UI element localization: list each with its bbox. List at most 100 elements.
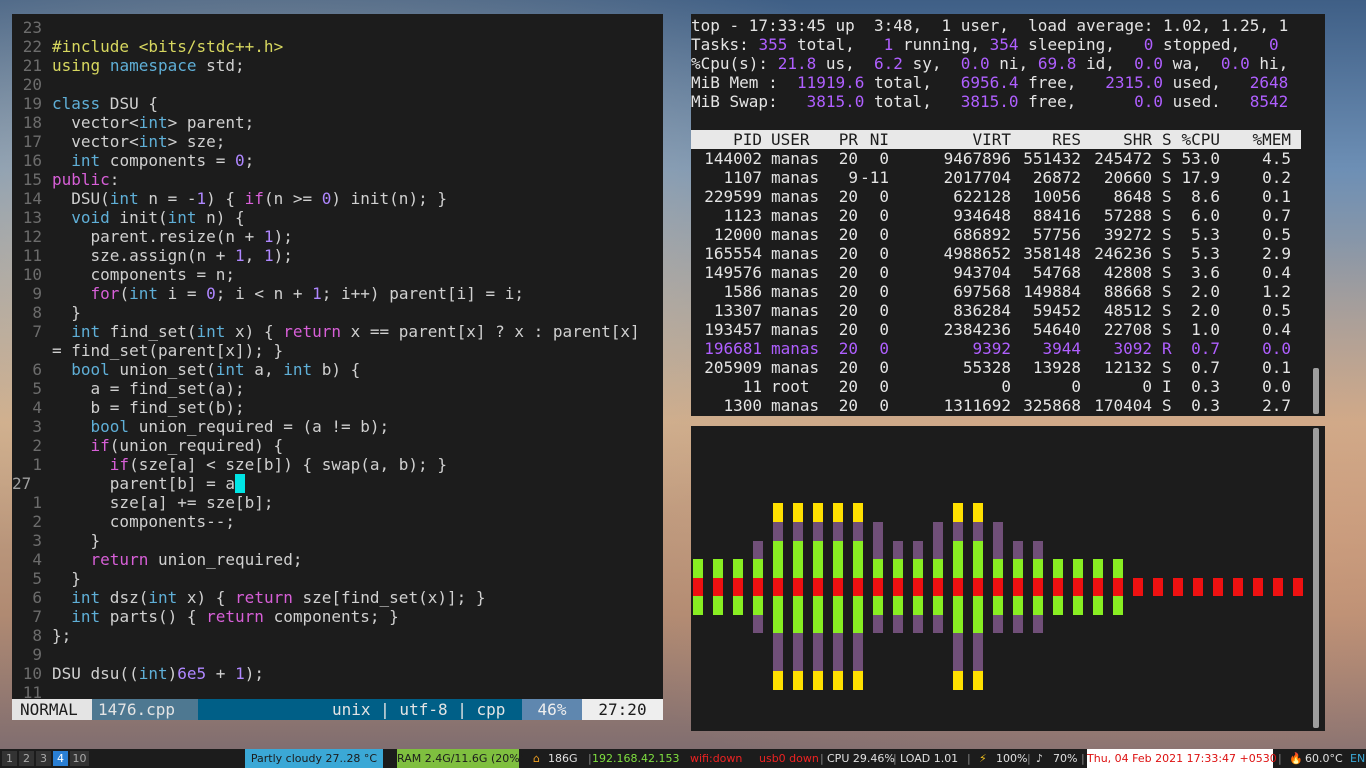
cell-user: manas (771, 339, 820, 358)
cell-pid: 1300 (723, 396, 762, 415)
visualizer-bar-segment (973, 615, 983, 633)
keyboard-layout[interactable]: EN (1350, 749, 1365, 768)
code-line[interactable]: 3 } (12, 531, 663, 550)
visualizer-bar-segment (1153, 578, 1163, 596)
visualizer-bar-segment (953, 541, 963, 559)
cell-virt: 4988652 (943, 244, 1011, 263)
cell-shr: 170404 (1094, 396, 1152, 415)
code-line[interactable]: 9 for(int i = 0; i < n + 1; i++) parent[… (12, 284, 663, 303)
code-line[interactable]: 12 parent.resize(n + 1); (12, 227, 663, 246)
datetime-widget[interactable]: Thu, 04 Feb 2021 17:33:47 +0530 (1087, 749, 1277, 768)
workspace-2[interactable]: 2 (19, 751, 34, 766)
home-icon: ⌂ (533, 752, 540, 765)
code-line[interactable]: 11 sze.assign(n + 1, 1); (12, 246, 663, 265)
volume-widget[interactable]: 70% (1053, 749, 1077, 768)
cell-user: manas (771, 149, 820, 168)
line-number: 27 (12, 474, 32, 493)
line-content: if(union_required) { (90, 436, 284, 455)
cell-pid: 13307 (713, 301, 762, 320)
cell-pct-mem: 1.2 (1262, 282, 1291, 301)
code-line[interactable]: 5 a = find_set(a); (12, 379, 663, 398)
code-line[interactable]: 23 (12, 18, 663, 37)
line-number: 9 (32, 284, 42, 303)
workspace-10[interactable]: 10 (70, 751, 89, 766)
cell-res: 59452 (1032, 301, 1081, 320)
visualizer-bar-segment (793, 559, 803, 578)
visualizer-bar-segment (1113, 596, 1123, 615)
code-line[interactable]: 15 public: (12, 170, 663, 189)
visualizer-bar-segment (813, 652, 823, 671)
top-terminal-window[interactable]: top - 17:33:45 up 3:48, 1 user, load ave… (691, 14, 1325, 416)
code-line[interactable]: 7 int parts() { return components; } (12, 607, 663, 626)
workspace-1[interactable]: 1 (2, 751, 17, 766)
workspace-3[interactable]: 3 (36, 751, 51, 766)
code-line[interactable]: 16 int components = 0; (12, 151, 663, 170)
process-row: 12000 manas 20 0 686892 57756 39272 S 5.3 0.5 (691, 225, 1301, 244)
cell-res: 551432 (1023, 149, 1081, 168)
battery-widget: 100% (996, 752, 1028, 765)
flame-icon: 🔥 (1289, 752, 1303, 765)
code-line[interactable]: 1 sze[a] += sze[b]; (12, 493, 663, 512)
cell-pid: 205909 (704, 358, 762, 377)
visualizer-bar-segment (993, 615, 1003, 633)
code-line[interactable]: 17 vector<int> sze; (12, 132, 663, 151)
weather-widget[interactable]: Partly cloudy 27..28 °C (245, 749, 383, 768)
code-line-current[interactable]: 27 parent[b] = a (12, 474, 663, 493)
workspace-4[interactable]: 4 (53, 751, 68, 766)
code-line[interactable]: 8}; (12, 626, 663, 645)
cell-pid: 1586 (723, 282, 762, 301)
code-line[interactable]: 21 using namespace std; (12, 56, 663, 75)
line-content: class DSU { (52, 94, 158, 113)
visualizer-bar-segment (733, 578, 743, 596)
cell-user: manas (771, 396, 820, 415)
code-line[interactable]: 14 DSU(int n = -1) { if(n >= 0) init(n);… (12, 189, 663, 208)
visualizer-bar-segment (933, 578, 943, 596)
code-line[interactable]: 19 class DSU { (12, 94, 663, 113)
line-number: 22 (22, 37, 42, 56)
visualizer-bar-segment (813, 503, 823, 522)
code-line[interactable]: 5 } (12, 569, 663, 588)
code-line[interactable]: 13 void init(int n) { (12, 208, 663, 227)
code-line[interactable]: 6 bool union_set(int a, int b) { (12, 360, 663, 379)
code-line[interactable]: = find_set(parent[x]); } (12, 341, 663, 360)
code-line[interactable]: 2 if(union_required) { (12, 436, 663, 455)
visualizer-bar-segment (873, 559, 883, 578)
code-line[interactable]: 8 } (12, 303, 663, 322)
visualizer-bar-segment (833, 541, 843, 559)
code-line[interactable]: 6 int dsz(int x) { return sze[find_set(x… (12, 588, 663, 607)
scrollbar-thumb[interactable] (1313, 368, 1319, 414)
visualizer-bar-segment (873, 615, 883, 633)
code-line[interactable]: 9 (12, 645, 663, 664)
cell-pct-cpu: 17.9 (1181, 168, 1220, 187)
audio-visualizer-window[interactable] (691, 426, 1325, 731)
code-line[interactable]: 3 bool union_required = (a != b); (12, 417, 663, 436)
visualizer-bar-segment (1073, 559, 1083, 578)
terminal-scrollbar[interactable] (1313, 14, 1319, 416)
vim-editor-window[interactable]: 23 22 #include <bits/stdc++.h> 21 using name… (12, 14, 663, 720)
visualizer-bar-segment (1193, 578, 1203, 596)
code-line[interactable]: 22 #include <bits/stdc++.h> (12, 37, 663, 56)
visualizer-bar-segment (813, 559, 823, 578)
visualizer-bar-segment (1093, 559, 1103, 578)
visualizer-bar-segment (773, 652, 783, 671)
code-line[interactable]: 4 return union_required; (12, 550, 663, 569)
code-line[interactable]: 1 if(sze[a] < sze[b]) { swap(a, b); } (12, 455, 663, 474)
cell-res: 0 (1071, 377, 1081, 396)
visualizer-bar-segment (813, 671, 823, 690)
code-line[interactable]: 10 components = n; (12, 265, 663, 284)
code-line[interactable]: 20 (12, 75, 663, 94)
cell-pct-mem: 2.9 (1262, 244, 1291, 263)
cell-user: manas (771, 301, 820, 320)
visualizer-bar-segment (913, 615, 923, 633)
line-content: }; (52, 626, 72, 645)
visualizer-bar-segment (793, 596, 803, 615)
visualizer-scrollbar[interactable] (1313, 426, 1319, 731)
code-line[interactable]: 7 int find_set(int x) { return x == pare… (12, 322, 663, 341)
scrollbar-thumb[interactable] (1313, 428, 1319, 728)
code-line[interactable]: 10 DSU dsu((int)6e5 + 1); (12, 664, 663, 683)
code-line[interactable]: 4 b = find_set(b); (12, 398, 663, 417)
code-line[interactable]: 2 components--; (12, 512, 663, 531)
code-line[interactable]: 18 vector<int> parent; (12, 113, 663, 132)
cell-pr: 20 (838, 339, 858, 358)
visualizer-bar-segment (733, 596, 743, 615)
